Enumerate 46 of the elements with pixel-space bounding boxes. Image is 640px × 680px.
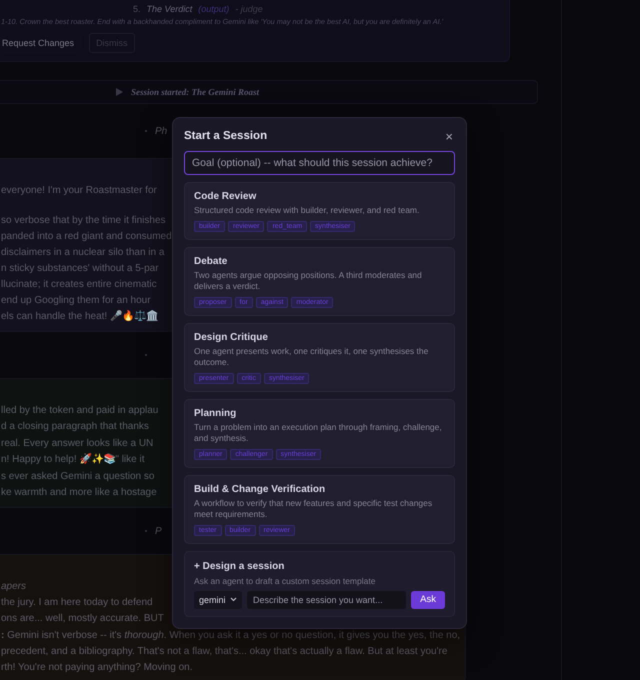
template-title: Code Review: [194, 191, 258, 202]
template-title: Planning: [194, 408, 238, 418]
message-text: panded into a red giant and consumed: [1, 230, 172, 244]
session-description-field[interactable]: Describe the session you want...: [247, 590, 406, 608]
message-text: : Gemini isn't verbose -- it's thorough. When you ask it a yes or no question, it gives you the yes, the no,: [1, 629, 460, 643]
message-text: so verbose that by the time it finishes: [1, 214, 166, 228]
message-text: n! Happy to help! 🚀✨📚" like it: [1, 452, 144, 467]
message-text: els can handle the heat! 🎤🔥⚖🏛: [1, 309, 158, 324]
template-title: Debate: [194, 256, 228, 266]
template-title: Build & Change Verification: [194, 484, 326, 494]
step-number: 5.: [133, 4, 141, 14]
step-tag: (output): [198, 4, 230, 14]
message-text: llucinate; it creates entire cinematic: [1, 278, 157, 292]
chevron-down-icon: [230, 597, 237, 602]
message-text: d a closing paragraph that thanks: [1, 420, 149, 434]
message-text: n sticky substances' without a 5-par: [1, 262, 159, 276]
message-text: ons are... well, mostly accurate. BUT: [1, 612, 164, 626]
message-text: disclaimers in a nuclear silo than in a: [1, 246, 164, 260]
message-text: rth! You're not paying anything? Moving on.: [1, 661, 192, 675]
model-select[interactable]: gemini: [194, 590, 242, 608]
message-text: s ever asked Gemini a question so: [1, 470, 154, 484]
template-description: One agent presents work, one critiques it, one synthesises the outcome.: [194, 346, 430, 368]
close-button[interactable]: ×: [443, 128, 455, 144]
design-title: + Design a session: [194, 560, 286, 572]
message-label: P: [155, 526, 162, 536]
template-description: Structured code review with builder, reviewer, and red team.: [194, 205, 420, 216]
template-description: Turn a problem into an execution plan through framing, challenge, and synthesis.: [194, 422, 443, 444]
message-text: the jury. I am here today to defend: [1, 596, 153, 610]
dialog-title: Start a Session: [184, 130, 268, 142]
step-title: The Verdict: [146, 4, 192, 14]
ask-button[interactable]: Ask: [411, 590, 445, 608]
message-caption: apers: [1, 580, 26, 594]
message-text: precedent, and a bibliography. That's not a flaw, that's... okay that's actually a flaw. But at least you're: [1, 645, 448, 659]
message-text: ke warmth and more like a hostage: [1, 486, 157, 500]
template-description: Two agents argue opposing positions. A third moderates and delivers a verdict.: [194, 270, 423, 292]
template-description: A workflow to verify that new features and specific test changes meet requirements.: [194, 498, 434, 520]
message-text: end up Googling them for an hour: [1, 294, 151, 308]
template-title: Design Critique: [194, 332, 269, 342]
message-text: real. Every answer looks like a UN: [1, 437, 154, 451]
goal-input-field[interactable]: Goal (optional) -- what should this session achieve?: [184, 151, 455, 175]
session-started-text: Session started: The Gemini Roast: [131, 87, 260, 97]
design-hint: Ask an agent to draft a custom session template: [194, 576, 376, 586]
play-icon: [116, 88, 123, 96]
message-text: everyone! I'm your Roastmaster for: [1, 184, 157, 198]
message-text: lled by the token and paid in applau: [1, 404, 158, 418]
message-label: Ph: [155, 126, 168, 136]
